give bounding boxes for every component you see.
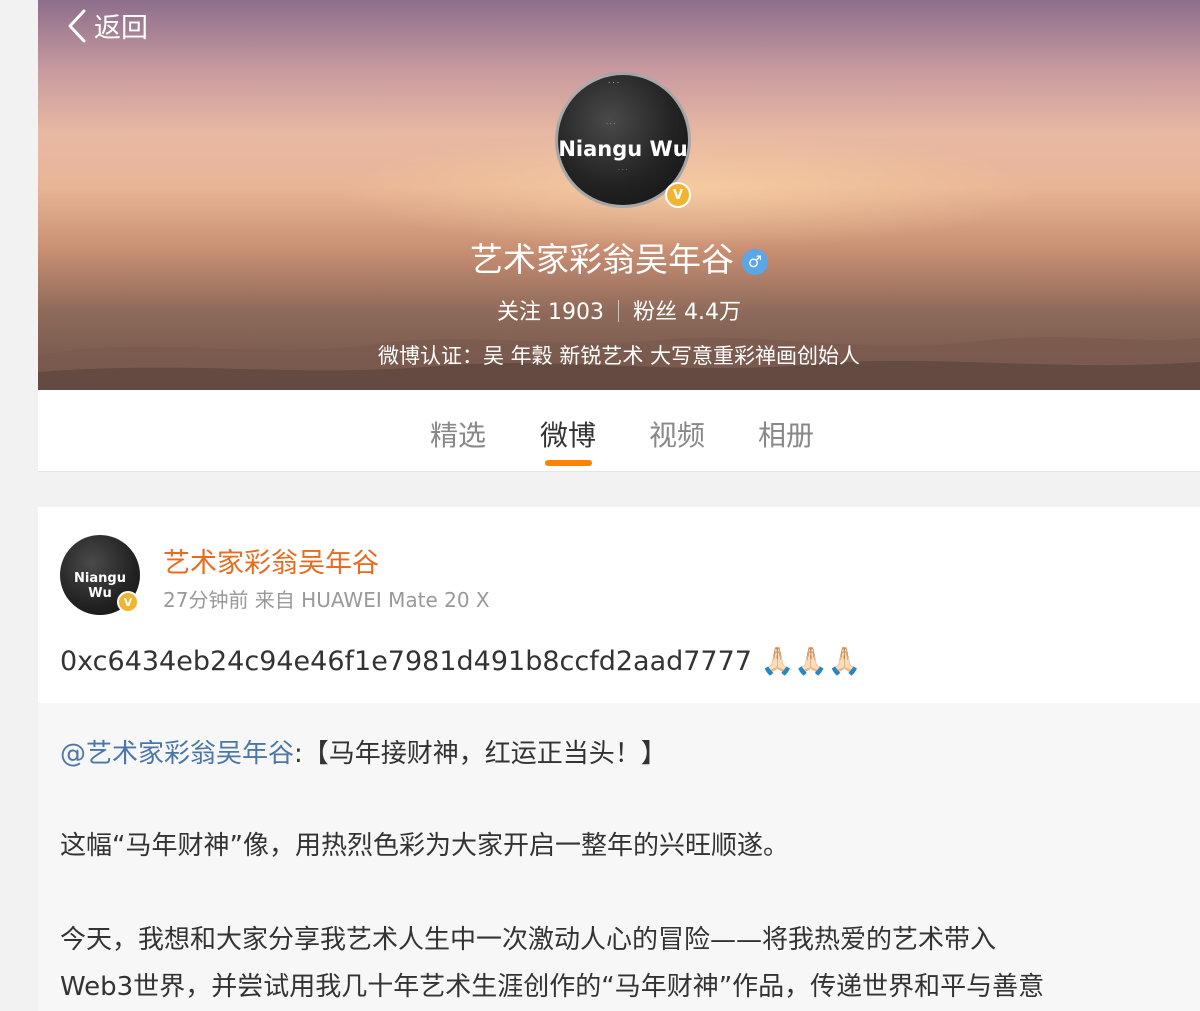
repost-line-2: 这幅“马年财神”像，用热烈色彩为大家开启一整年的兴旺顺遂。 <box>60 831 789 861</box>
profile-stats: 关注 1903 粉丝 4.4万 <box>38 294 1200 326</box>
following-count[interactable]: 关注 1903 <box>497 300 604 325</box>
chevron-left-icon <box>68 9 86 42</box>
repost-line-1: @艺术家彩翁吴年谷:【马年接财神，红运正当头！】 <box>60 733 667 770</box>
followers-count[interactable]: 粉丝 4.4万 <box>633 300 741 325</box>
weibo-profile-page: 返回 · · · · · · Niangu Wu · · · V 艺术家彩翁吴年… <box>0 0 1200 1011</box>
verification-text: 微博认证：吴 年穀 新锐艺术 大写意重彩禅画创始人 <box>377 344 861 368</box>
post-card: Niangu Wu V 艺术家彩翁吴年谷 27分钟前 来自 HUAWEI Mat… <box>38 507 1200 1011</box>
active-tab-indicator <box>545 460 592 466</box>
post-author[interactable]: 艺术家彩翁吴年谷 <box>163 541 379 580</box>
verified-badge-icon: V <box>117 591 139 613</box>
repost-line-4: Web3世界，并尝试用我几十年艺术生涯创作的“马年财神”作品，传递世界和平与善意 <box>60 972 1045 1002</box>
avatar-decoration-mid: · · · <box>606 121 616 128</box>
avatar-decoration-top: · · · <box>608 79 620 87</box>
profile-name: 艺术家彩翁吴年谷 <box>470 240 734 279</box>
tab-album[interactable]: 相册 <box>758 414 814 454</box>
repost-line-3: 今天，我想和大家分享我艺术人生中一次激动人心的冒险——将我热爱的艺术带入 <box>60 925 997 955</box>
tab-weibo[interactable]: 微博 <box>540 414 596 454</box>
stats-divider <box>618 300 619 322</box>
repost-headline: :【马年接财神，红运正当头！】 <box>294 739 667 769</box>
profile-column: 返回 · · · · · · Niangu Wu · · · V 艺术家彩翁吴年… <box>38 0 1200 1011</box>
profile-banner: 返回 · · · · · · Niangu Wu · · · V 艺术家彩翁吴年… <box>38 0 1200 390</box>
avatar-decoration-bottom: · · · <box>618 167 628 174</box>
profile-tabs: 精选 微博 视频 相册 <box>38 390 1200 472</box>
repost-mention[interactable]: @艺术家彩翁吴年谷 <box>60 739 294 769</box>
tab-featured[interactable]: 精选 <box>430 414 486 454</box>
post-text: 0xc6434eb24c94e46f1e7981d491b8ccfd2aad77… <box>60 646 862 677</box>
repost-block[interactable]: @艺术家彩翁吴年谷:【马年接财神，红运正当头！】 这幅“马年财神”像，用热烈色彩… <box>38 703 1200 1011</box>
left-gutter <box>0 0 38 1011</box>
profile-name-row: 艺术家彩翁吴年谷 ♂ <box>38 233 1200 281</box>
back-button[interactable]: 返回 <box>66 6 148 45</box>
back-label: 返回 <box>94 13 148 44</box>
tab-video[interactable]: 视频 <box>649 414 705 454</box>
male-gender-icon: ♂ <box>742 249 768 275</box>
post-meta: 27分钟前 来自 HUAWEI Mate 20 X <box>163 588 490 612</box>
avatar-text: Niangu Wu <box>558 137 688 161</box>
verified-badge-icon: V <box>665 182 691 208</box>
